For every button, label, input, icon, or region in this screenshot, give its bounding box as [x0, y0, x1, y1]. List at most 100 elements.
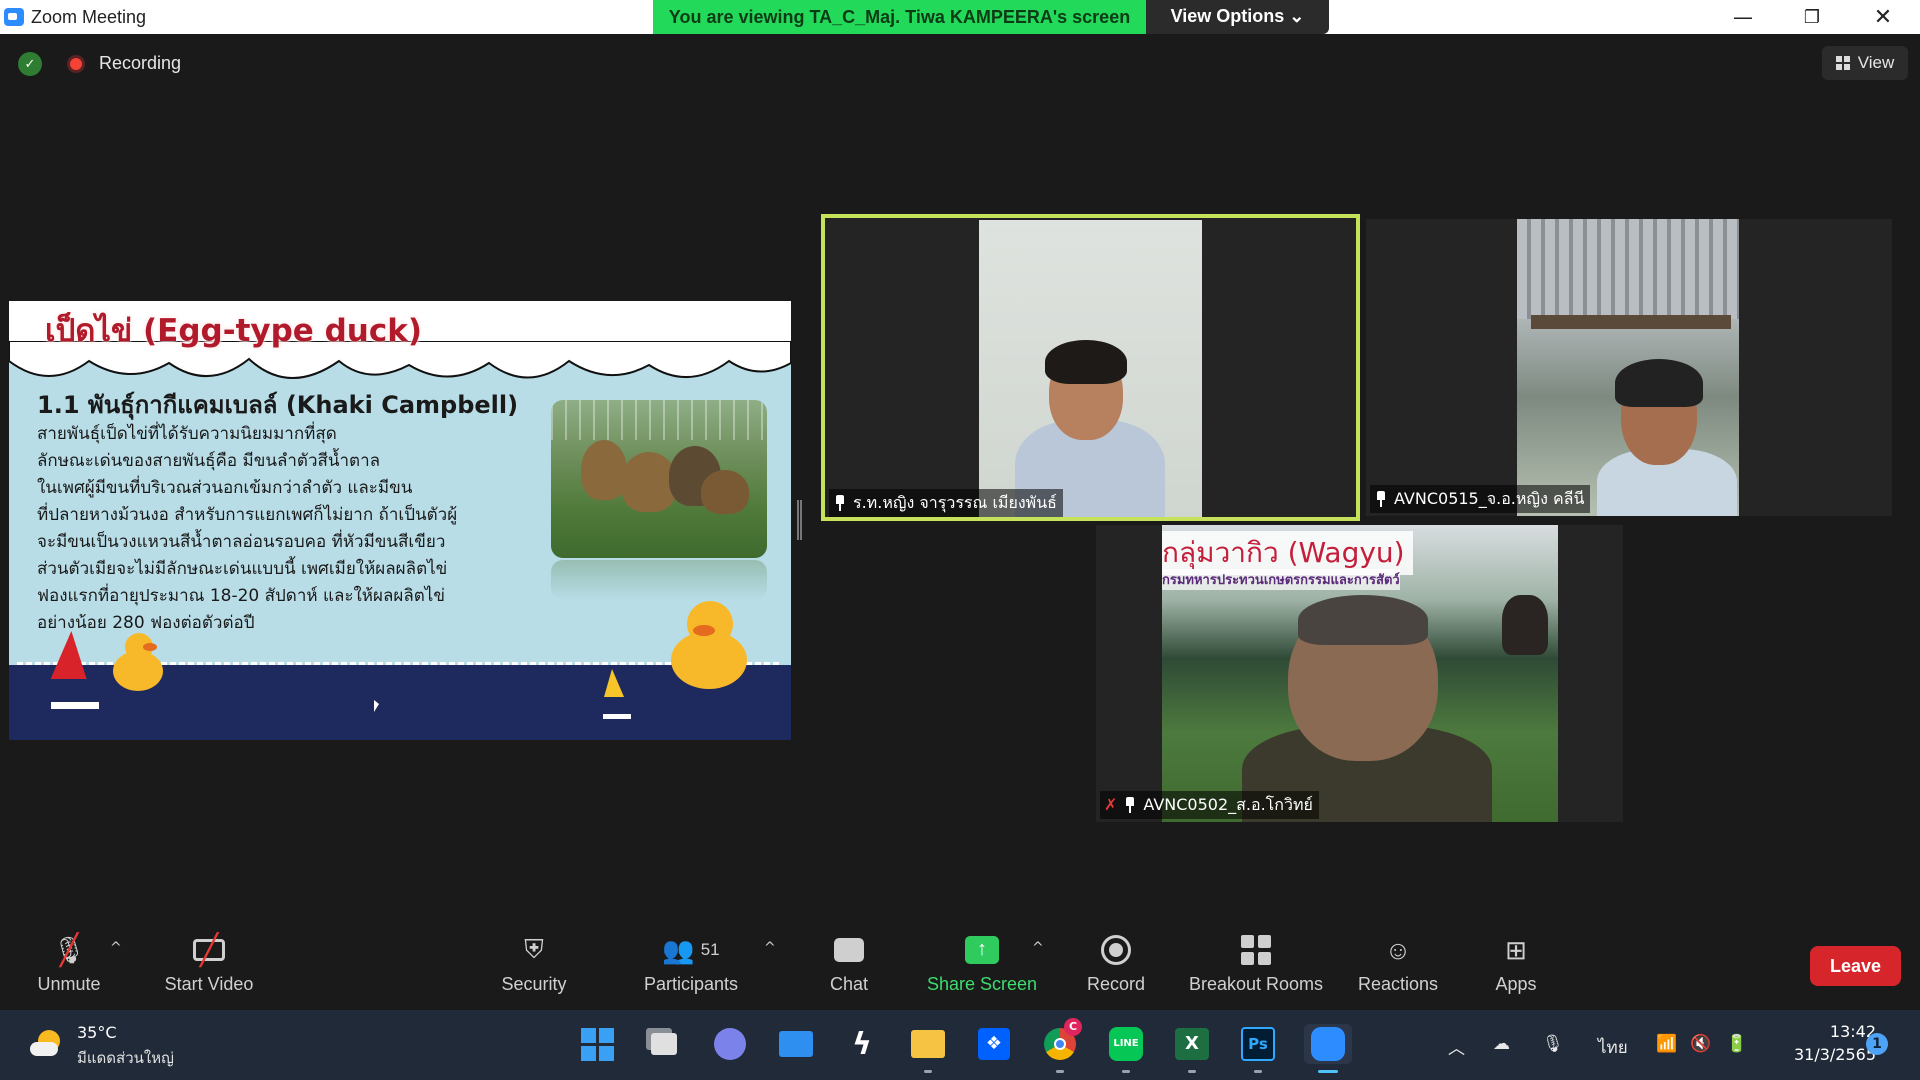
- speaker-muted-icon[interactable]: 🔇: [1690, 1034, 1711, 1054]
- breakout-rooms-icon: [1241, 935, 1271, 965]
- video-tile-active-speaker[interactable]: ร.ท.หญิง จารุวรรณ เมียงพันธ์: [821, 214, 1360, 521]
- close-button[interactable]: ✕: [1853, 0, 1913, 34]
- input-language[interactable]: ไทย: [1598, 1034, 1628, 1061]
- zoom-taskbar-button[interactable]: [1304, 1024, 1352, 1064]
- recording-label: Recording: [99, 53, 182, 73]
- splitter-handle[interactable]: [797, 500, 802, 540]
- excel-button[interactable]: X: [1172, 1024, 1212, 1064]
- pin-icon: [833, 495, 847, 511]
- title-bar: Zoom Meeting You are viewing TA_C_Maj. T…: [0, 0, 1920, 34]
- folder-icon: [911, 1030, 945, 1058]
- view-label: View: [1857, 53, 1895, 72]
- record-button[interactable]: Record: [1078, 930, 1154, 1002]
- notification-badge[interactable]: 1: [1866, 1033, 1888, 1055]
- slide-body-line: สายพันธุ์เป็ดไข่ที่ได้รับความนิยมมากที่ส…: [37, 424, 337, 444]
- video-off-icon: ╱: [154, 930, 264, 970]
- share-screen-arrow-icon: ↑: [965, 936, 999, 964]
- line-button[interactable]: LINE: [1106, 1024, 1146, 1064]
- apps-button[interactable]: ⊞ Apps: [1490, 930, 1542, 1002]
- video-tile-participant[interactable]: กลุ่มวากิว (Wagyu) กรมทหารประทวนเกษตรกรร…: [1096, 525, 1623, 822]
- task-view-button[interactable]: [644, 1024, 684, 1064]
- pin-icon: [1374, 491, 1388, 507]
- weather-description[interactable]: มีแดดส่วนใหญ่: [77, 1046, 174, 1070]
- audio-options-caret-icon[interactable]: ^: [110, 940, 122, 956]
- chat-button[interactable]: Chat: [812, 930, 886, 1002]
- mic-muted-icon: ✗: [1104, 795, 1118, 814]
- zoom-icon: [1311, 1027, 1345, 1061]
- participant-name-tag: ✗ AVNC0502_ส.อ.โกวิทย์: [1100, 791, 1319, 819]
- participants-label: Participants: [643, 974, 739, 994]
- close-icon: ✕: [1873, 4, 1893, 30]
- dropbox-button[interactable]: ❖: [974, 1024, 1014, 1064]
- chrome-profile-badge: C: [1064, 1018, 1082, 1036]
- show-hidden-icons-chevron-icon[interactable]: ︿: [1448, 1034, 1465, 1059]
- excel-icon: X: [1175, 1028, 1209, 1060]
- share-options-caret-icon[interactable]: ^: [1032, 940, 1044, 956]
- zoom-meeting-window: Zoom Meeting You are viewing TA_C_Maj. T…: [0, 0, 1920, 1080]
- rubber-duck-small-icon: [113, 633, 163, 691]
- rubber-duck-large-icon: [671, 601, 747, 689]
- participants-icon: 👥 51: [662, 934, 720, 965]
- breakout-rooms-button[interactable]: Breakout Rooms: [1184, 930, 1328, 1002]
- security-button[interactable]: ⛨ Security: [492, 930, 576, 1002]
- mic-muted-icon: 🎙 ╱: [52, 933, 86, 967]
- breakout-rooms-label: Breakout Rooms: [1188, 974, 1324, 994]
- record-icon: [1101, 935, 1131, 965]
- restore-icon: ❐: [1803, 6, 1821, 28]
- restore-button[interactable]: ❐: [1782, 0, 1842, 34]
- cow-figure: [1502, 595, 1548, 655]
- onedrive-cloud-icon[interactable]: ☁: [1493, 1034, 1510, 1054]
- participant-name: ร.ท.หญิง จารุวรรณ เมียงพันธ์: [853, 493, 1057, 512]
- security-label: Security: [501, 974, 567, 994]
- slide-heading: 1.1 พันธุ์กากีแคมเบลล์ (Khaki Campbell): [37, 391, 519, 419]
- mail-button[interactable]: [776, 1024, 816, 1064]
- bolt-app-button[interactable]: ϟ: [842, 1024, 882, 1064]
- participants-options-caret-icon[interactable]: ^: [764, 940, 776, 956]
- view-options-button[interactable]: View Options ⌄: [1146, 0, 1329, 34]
- participants-button[interactable]: 👥 51 Participants: [638, 930, 744, 1002]
- start-button[interactable]: [577, 1024, 617, 1064]
- photoshop-button[interactable]: Ps: [1238, 1024, 1278, 1064]
- window-title: Zoom Meeting: [31, 7, 147, 27]
- apps-label: Apps: [1495, 974, 1537, 994]
- teams-chat-icon: [714, 1028, 746, 1060]
- clock-time[interactable]: 13:42: [1778, 1022, 1876, 1041]
- video-tile-participant[interactable]: AVNC0515_จ.อ.หญิง คลีนี: [1366, 219, 1892, 516]
- slide-body-line: ฟองแรกที่อายุประมาณ 18-20 สัปดาห์ และให้…: [37, 586, 445, 606]
- khaki-campbell-duck-photo: [551, 400, 767, 558]
- participant-name-tag: AVNC0515_จ.อ.หญิง คลีนี: [1370, 485, 1591, 513]
- teams-chat-button[interactable]: [710, 1024, 750, 1064]
- record-label: Record: [1086, 974, 1146, 994]
- slide-body-line: ในเพศผู้มีขนที่บริเวณส่วนอกเข้มกว่าลำตัว…: [37, 478, 413, 498]
- clock-date[interactable]: 31/3/2565: [1778, 1045, 1876, 1064]
- smiley-plus-icon: ☺: [1384, 934, 1412, 965]
- wifi-icon[interactable]: 📶: [1656, 1034, 1677, 1054]
- start-video-button[interactable]: ╱ Start Video: [154, 930, 264, 1002]
- chrome-button[interactable]: C: [1040, 1018, 1082, 1064]
- microphone-icon[interactable]: 🎙: [1542, 1034, 1564, 1054]
- share-screen-label: Share Screen: [926, 974, 1038, 994]
- slide-body-line: จะมีขนเป็นวงแหวนสีน้ำตาลอ่อนรอบคอ ที่หัว…: [37, 532, 446, 552]
- share-screen-button[interactable]: ↑ Share Screen: [922, 930, 1042, 1002]
- security-shield-icon[interactable]: ✓: [18, 52, 42, 76]
- windows-taskbar: [0, 1010, 1920, 1080]
- leave-button[interactable]: Leave: [1810, 946, 1901, 986]
- participant-name: AVNC0515_จ.อ.หญิง คลีนี: [1394, 489, 1585, 508]
- viewing-screen-banner: You are viewing TA_C_Maj. Tiwa KAMPEERA'…: [653, 0, 1146, 34]
- participant-video-wagyu-background: กลุ่มวากิว (Wagyu) กรมทหารประทวนเกษตรกรร…: [1162, 525, 1558, 822]
- apps-icon: ⊞: [1505, 934, 1527, 965]
- reactions-button[interactable]: ☺ Reactions: [1354, 930, 1442, 1002]
- weather-temperature[interactable]: 35°C: [77, 1023, 117, 1042]
- zoom-app-icon: [4, 8, 24, 26]
- file-explorer-button[interactable]: [908, 1024, 948, 1064]
- yellow-sailboat-icon: [604, 669, 624, 697]
- battery-charging-icon[interactable]: 🔋: [1726, 1034, 1747, 1054]
- slide-title: เป็ดไข่ (Egg-type duck): [45, 313, 423, 349]
- shared-screen-slide: เป็ดไข่ (Egg-type duck) 1.1 พันธุ์กากีแค…: [9, 301, 791, 740]
- windows-logo-icon: [580, 1027, 614, 1061]
- weather-sunny-icon[interactable]: [28, 1028, 62, 1062]
- photoshop-icon: Ps: [1241, 1027, 1275, 1061]
- unmute-button[interactable]: 🎙 ╱ Unmute: [26, 930, 112, 1002]
- view-button[interactable]: View: [1822, 46, 1908, 80]
- minimize-button[interactable]: —: [1713, 0, 1773, 34]
